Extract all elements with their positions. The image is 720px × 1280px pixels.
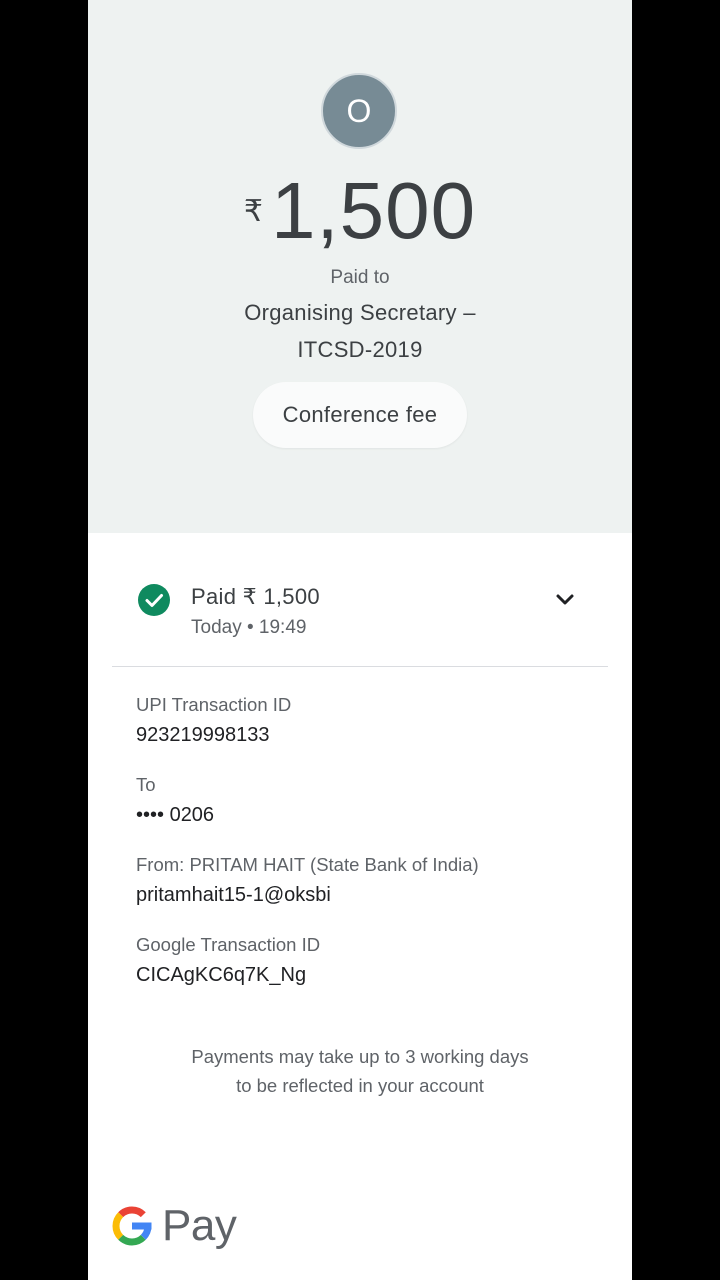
processing-note-line1: Payments may take up to 3 working days	[191, 1046, 529, 1067]
payment-note-chip: Conference fee	[253, 382, 467, 448]
payment-receipt-screen: O ₹1,500 Paid to Organising Secretary – …	[88, 0, 632, 1280]
upi-transaction-id: UPI Transaction ID 923219998133	[136, 692, 616, 750]
status-text: Paid ₹ 1,500	[191, 584, 320, 609]
detail-label: To	[136, 774, 156, 795]
processing-time-note: Payments may take up to 3 working days t…	[88, 1042, 632, 1100]
currency-symbol: ₹	[243, 195, 263, 228]
payee-name-line1: Organising Secretary –	[244, 300, 476, 325]
chevron-down-icon[interactable]	[550, 585, 580, 615]
google-g-icon	[112, 1206, 152, 1246]
detail-label: From: PRITAM HAIT (State Bank of India)	[136, 854, 479, 875]
processing-note-line2: to be reflected in your account	[236, 1075, 484, 1096]
payment-summary-panel: O ₹1,500 Paid to Organising Secretary – …	[88, 0, 632, 533]
payee-name: Organising Secretary – ITCSD-2019	[88, 294, 632, 368]
detail-value: CICAgKC6q7K_Ng	[136, 964, 307, 986]
detail-value: 923219998133	[136, 724, 270, 746]
amount-display: ₹1,500	[88, 168, 632, 254]
detail-value: •••• 0206	[136, 804, 215, 826]
payee-name-line2: ITCSD-2019	[297, 337, 423, 362]
pay-wordmark: Pay	[162, 1201, 237, 1250]
amount-value: 1,500	[270, 166, 477, 255]
detail-value: pritamhait15-1@oksbi	[136, 884, 331, 906]
payee-avatar[interactable]: O	[321, 73, 397, 149]
detail-label: UPI Transaction ID	[136, 694, 292, 715]
google-transaction-id: Google Transaction ID CICAgKC6q7K_Ng	[136, 932, 616, 990]
paid-to-label: Paid to	[330, 267, 390, 288]
check-circle-icon	[138, 584, 170, 616]
recipient-account: To •••• 0206	[136, 772, 616, 830]
section-divider	[112, 666, 608, 667]
status-time: Today • 19:49	[191, 617, 307, 638]
payment-status-row[interactable]: Paid ₹ 1,500 Today • 19:49	[88, 570, 632, 650]
sender-account: From: PRITAM HAIT (State Bank of India) …	[136, 852, 616, 910]
detail-label: Google Transaction ID	[136, 934, 321, 955]
google-pay-logo: Pay	[110, 1198, 240, 1258]
